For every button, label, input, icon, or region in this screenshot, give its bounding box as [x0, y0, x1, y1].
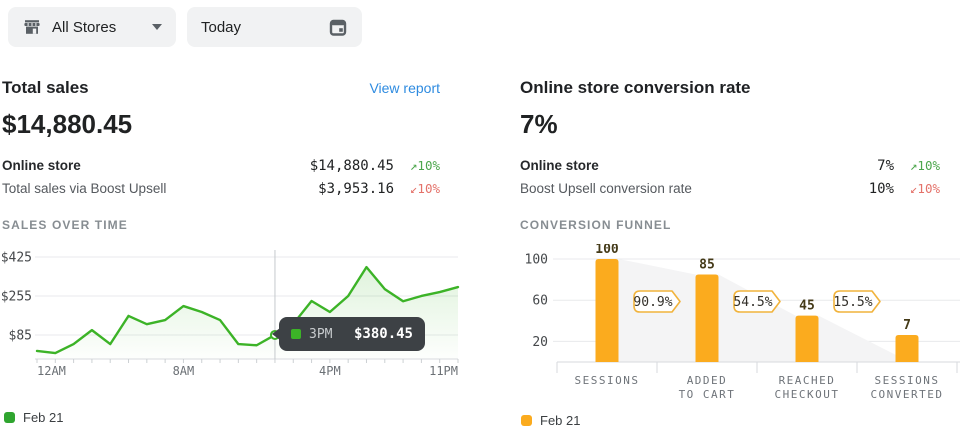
y-axis-label: 20: [532, 335, 548, 350]
funnel-legend: Feb 21: [521, 413, 960, 427]
funnel-bar[interactable]: [796, 316, 819, 362]
conversion-badge-value: 15.5%: [833, 295, 872, 310]
x-axis-label: 11PM: [429, 364, 458, 378]
conversion-funnel-chart[interactable]: 20 60 100 100 85 45 7 90.9% 54.5% 15.5% SESSIONS AD…: [520, 244, 960, 410]
funnel-category-label: ADDED: [687, 374, 728, 387]
chevron-down-icon: [152, 24, 162, 30]
metric-label: Total sales via Boost Upsell: [2, 181, 274, 196]
funnel-bar-value: 100: [595, 244, 619, 257]
metric-delta: ↗10%: [894, 158, 940, 173]
calendar-icon: [328, 17, 348, 37]
metric-delta: ↙10%: [894, 181, 940, 196]
conversion-header: Online store conversion rate: [520, 76, 960, 100]
total-sales-header: Total sales View report: [2, 76, 460, 100]
conversion-funnel-heading: CONVERSION FUNNEL: [520, 218, 960, 234]
legend-swatch-orange: [521, 415, 532, 426]
x-axis-label: 8AM: [173, 364, 195, 378]
legend-swatch-green: [4, 412, 15, 423]
store-icon: [22, 17, 42, 37]
total-sales-metrics: Online store$14,880.45↗10%Total sales vi…: [2, 154, 460, 200]
total-sales-title: Total sales: [2, 78, 89, 98]
metric-row: Boost Upsell conversion rate10%↙10%: [520, 177, 940, 200]
chart-tooltip: 3PM $380.45: [279, 317, 425, 351]
sales-over-time-chart[interactable]: 3PM $380.45 $85 $255 $425 12AM 8AM 4PM 11PM: [2, 244, 460, 389]
conversion-badge-value: 54.5%: [733, 295, 772, 310]
store-selector[interactable]: All Stores: [8, 7, 176, 47]
funnel-bar[interactable]: [596, 259, 619, 362]
funnel-chart-svg: 20 60 100 100 85 45 7 90.9% 54.5% 15.5% SESSIONS AD…: [520, 244, 960, 405]
metric-delta: ↙10%: [394, 181, 440, 196]
tooltip-series-swatch: [291, 329, 301, 339]
store-selector-label: All Stores: [52, 19, 116, 36]
tooltip-value: $380.45: [354, 326, 413, 342]
analytics-dashboard: All Stores Today Total sales View report…: [0, 0, 960, 431]
funnel-category-label: SESSIONS: [575, 374, 640, 387]
funnel-bar-value: 85: [699, 257, 715, 272]
view-report-link[interactable]: View report: [369, 80, 440, 96]
metric-row: Online store7%↗10%: [520, 154, 940, 177]
metric-row: Total sales via Boost Upsell$3,953.16↙10…: [2, 177, 440, 200]
total-sales-value: $14,880.45: [2, 106, 460, 142]
conversion-metrics: Online store7%↗10%Boost Upsell conversio…: [520, 154, 960, 200]
metric-label: Boost Upsell conversion rate: [520, 181, 774, 196]
sales-over-time-heading: SALES OVER TIME: [2, 218, 460, 234]
metric-value: 7%: [774, 158, 894, 174]
metric-value: $3,953.16: [274, 181, 394, 197]
funnel-bar[interactable]: [696, 274, 719, 362]
funnel-bar-value: 45: [799, 299, 815, 314]
funnel-bar-value: 7: [903, 318, 911, 333]
conversion-title: Online store conversion rate: [520, 78, 751, 98]
x-axis-label: 12AM: [37, 364, 66, 378]
legend-label: Feb 21: [540, 413, 580, 428]
x-axis-label: 4PM: [319, 364, 341, 378]
funnel-category-label: SESSIONS: [875, 374, 940, 387]
legend-label: Feb 21: [23, 410, 63, 425]
topbar: All Stores Today: [0, 0, 960, 56]
total-sales-panel: Total sales View report $14,880.45 Onlin…: [2, 70, 460, 424]
y-axis-label: 100: [525, 253, 548, 268]
metric-value: $14,880.45: [274, 158, 394, 174]
y-axis-label: $255: [2, 289, 32, 304]
funnel-category-label: CHECKOUT: [775, 388, 840, 401]
conversion-value: 7%: [520, 106, 960, 142]
metric-delta: ↗10%: [394, 158, 440, 173]
y-axis-label: $425: [2, 251, 32, 266]
funnel-category-label: TO CART: [679, 388, 736, 401]
y-axis-label: $85: [9, 328, 32, 343]
metric-label: Online store: [2, 158, 274, 173]
date-selector-label: Today: [201, 19, 241, 36]
conversion-badge-value: 90.9%: [633, 295, 672, 310]
metric-row: Online store$14,880.45↗10%: [2, 154, 440, 177]
metric-label: Online store: [520, 158, 774, 173]
funnel-category-label: CONVERTED: [870, 388, 943, 401]
conversion-rate-panel: Online store conversion rate 7% Online s…: [520, 70, 960, 427]
metric-value: 10%: [774, 181, 894, 197]
y-axis-label: 60: [532, 294, 548, 309]
sales-legend: Feb 21: [4, 410, 460, 424]
sales-chart-svg: $85 $255 $425 12AM 8AM 4PM 11PM: [2, 244, 460, 384]
date-selector[interactable]: Today: [187, 7, 362, 47]
tooltip-time: 3PM: [309, 327, 354, 342]
funnel-bar[interactable]: [896, 335, 919, 362]
funnel-category-label: REACHED: [779, 374, 836, 387]
